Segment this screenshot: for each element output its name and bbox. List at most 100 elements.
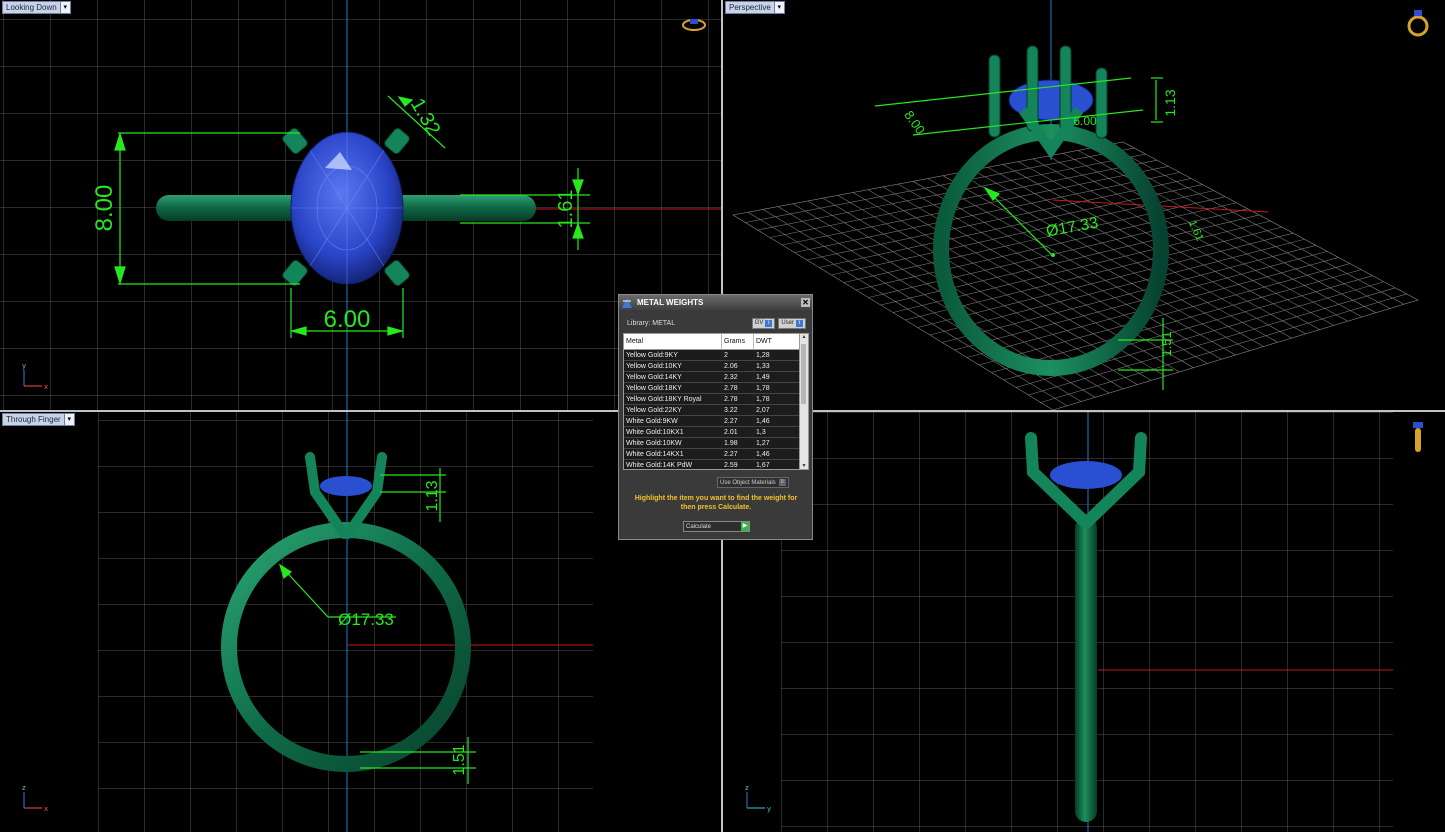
- table-row[interactable]: Yellow Gold:18KY Royal 2.78 1,78: [624, 393, 800, 405]
- cell-metal: White Gold:10KW: [624, 437, 722, 449]
- dim-length: 8.00: [901, 108, 928, 137]
- column-header-dwt[interactable]: DWT: [753, 334, 800, 350]
- viewport-label-text: Perspective: [729, 3, 771, 12]
- scene-side: y z: [745, 412, 1423, 832]
- table-row[interactable]: White Gold:10KX1 2.01 1,3: [624, 426, 800, 438]
- cell-grams: 2.27: [721, 448, 754, 460]
- info-icon: i: [796, 320, 803, 327]
- viewport-side[interactable]: y z: [723, 412, 1445, 832]
- viewport-perspective[interactable]: Perspective ▾ 8.00 6.00 1.13 Ø17.33 1.61…: [723, 0, 1445, 410]
- svg-text:x: x: [44, 805, 48, 813]
- chevron-down-icon[interactable]: ▾: [773, 2, 784, 13]
- axis-gizmo: x z: [22, 784, 48, 813]
- table-row[interactable]: Yellow Gold:22KY 3.22 2,07: [624, 404, 800, 416]
- cell-metal: Yellow Gold:18KY: [624, 382, 722, 394]
- cell-dwt: 1,78: [753, 382, 800, 394]
- cell-metal: White Gold:10KX1: [624, 426, 722, 438]
- ring-band: [933, 124, 1169, 376]
- dim-width: 6.00: [324, 306, 371, 333]
- table-row[interactable]: White Gold:9KW 2.27 1,46: [624, 415, 800, 427]
- table-row[interactable]: White Gold:14KX1 2.27 1,46: [624, 448, 800, 460]
- table-row[interactable]: White Gold:14K PdW 2.59 1,67: [624, 459, 800, 469]
- cell-grams: 1.98: [721, 437, 754, 449]
- chevron-down-icon[interactable]: ▾: [59, 2, 70, 13]
- ring-thumbnail-icon: [1413, 422, 1423, 452]
- scroll-up-icon[interactable]: ▲: [800, 334, 808, 340]
- gemstone: [320, 476, 372, 496]
- cell-metal: Yellow Gold:10KY: [624, 360, 722, 372]
- table-row[interactable]: Yellow Gold:14KY 2.32 1,49: [624, 371, 800, 383]
- viewport-looking-down[interactable]: Looking Down ▾ 8.00 6.00 1.61 1.32 x y: [0, 0, 721, 410]
- cell-dwt: 1,28: [753, 349, 800, 361]
- table-scrollbar[interactable]: ▲ ▼: [799, 334, 808, 469]
- table-row[interactable]: White Gold:10KW 1.98 1,27: [624, 437, 800, 449]
- table-row[interactable]: Yellow Gold:9KY 2 1,28: [624, 349, 800, 361]
- play-icon: ▶: [741, 522, 749, 531]
- cell-dwt: 1,67: [753, 459, 800, 469]
- gemstone: [1050, 461, 1122, 489]
- metal-table[interactable]: Metal Grams DWT Yellow Gold:9KY 2 1,28 Yell…: [623, 333, 809, 470]
- dim-band-thickness: 1.51: [1159, 331, 1174, 356]
- cell-dwt: 1,3: [753, 426, 800, 438]
- cell-dwt: 1,46: [753, 415, 800, 427]
- cell-dwt: 1,49: [753, 371, 800, 383]
- cell-grams: 2.27: [721, 415, 754, 427]
- scroll-thumb[interactable]: [801, 344, 806, 404]
- table-row[interactable]: Yellow Gold:10KY 2.06 1,33: [624, 360, 800, 372]
- cell-metal: Yellow Gold:14KY: [624, 371, 722, 383]
- library-label: Library: METAL: [627, 320, 676, 327]
- use-object-materials-toggle[interactable]: Use Object Materials 0: [717, 477, 789, 488]
- dim-prong-height: 1.13: [1162, 89, 1178, 116]
- chevron-down-icon[interactable]: ▾: [63, 414, 74, 425]
- dim-width: 6.00: [1073, 114, 1097, 128]
- scale-icon: [622, 297, 632, 308]
- calculate-button[interactable]: Calculate ▶: [683, 521, 750, 532]
- dim-band: 1.61: [555, 190, 577, 229]
- viewport-through-finger[interactable]: Through Finger ▾ 1.13 Ø17.33 1.51 x z: [0, 412, 721, 832]
- cell-metal: White Gold:14K PdW: [624, 459, 722, 469]
- viewport-label-looking-down[interactable]: Looking Down ▾: [2, 1, 71, 14]
- cell-grams: 2.59: [721, 459, 754, 469]
- cell-grams: 2: [721, 349, 754, 361]
- viewport-label-perspective[interactable]: Perspective ▾: [725, 1, 785, 14]
- dialog-title: METAL WEIGHTS: [637, 298, 704, 307]
- cell-grams: 3.22: [721, 404, 754, 416]
- dialog-titlebar[interactable]: METAL WEIGHTS ✕: [619, 295, 812, 310]
- cell-dwt: 1,27: [753, 437, 800, 449]
- viewport-label-text: Through Finger: [6, 415, 61, 424]
- scroll-down-icon[interactable]: ▼: [800, 463, 808, 469]
- column-header-grams[interactable]: Grams: [721, 334, 754, 350]
- metal-weights-dialog[interactable]: METAL WEIGHTS ✕ Library: METAL GV i User i…: [618, 294, 813, 540]
- scene-perspective: 8.00 6.00 1.13 Ø17.33 1.61 1.51: [732, 0, 1429, 410]
- svg-text:y: y: [22, 362, 26, 370]
- user-button[interactable]: User i: [778, 318, 806, 329]
- dim-diameter: Ø17.33: [1045, 215, 1100, 241]
- close-icon[interactable]: ✕: [801, 298, 810, 307]
- svg-text:z: z: [745, 784, 749, 792]
- dim-height: 8.00: [91, 185, 118, 232]
- dim-prong-height: 1.13: [424, 480, 441, 511]
- svg-text:z: z: [22, 784, 26, 792]
- cell-dwt: 1,46: [753, 448, 800, 460]
- svg-text:x: x: [44, 383, 48, 391]
- cell-dwt: 1,78: [753, 393, 800, 405]
- column-header-metal[interactable]: Metal: [624, 334, 722, 350]
- cell-grams: 2.01: [721, 426, 754, 438]
- cell-metal: White Gold:9KW: [624, 415, 722, 427]
- viewport-label-text: Looking Down: [6, 3, 57, 12]
- table-row[interactable]: Yellow Gold:18KY 2.78 1,78: [624, 382, 800, 394]
- ring-thumbnail-icon: [1407, 10, 1429, 37]
- instruction-text: Highlight the item you want to find the …: [634, 495, 798, 511]
- cell-dwt: 1,33: [753, 360, 800, 372]
- cell-grams: 2.78: [721, 393, 754, 405]
- cell-metal: Yellow Gold:22KY: [624, 404, 722, 416]
- axis-gizmo: y z: [745, 784, 771, 813]
- cell-metal: Yellow Gold:9KY: [624, 349, 722, 361]
- cell-metal: White Gold:14KX1: [624, 448, 722, 460]
- cell-grams: 2.06: [721, 360, 754, 372]
- dim-band-thickness: 1.51: [451, 744, 468, 775]
- viewport-label-through-finger[interactable]: Through Finger ▾: [2, 413, 75, 426]
- gv-button[interactable]: GV i: [751, 318, 776, 329]
- use-materials-value: 0: [778, 479, 786, 486]
- info-icon: i: [765, 320, 773, 327]
